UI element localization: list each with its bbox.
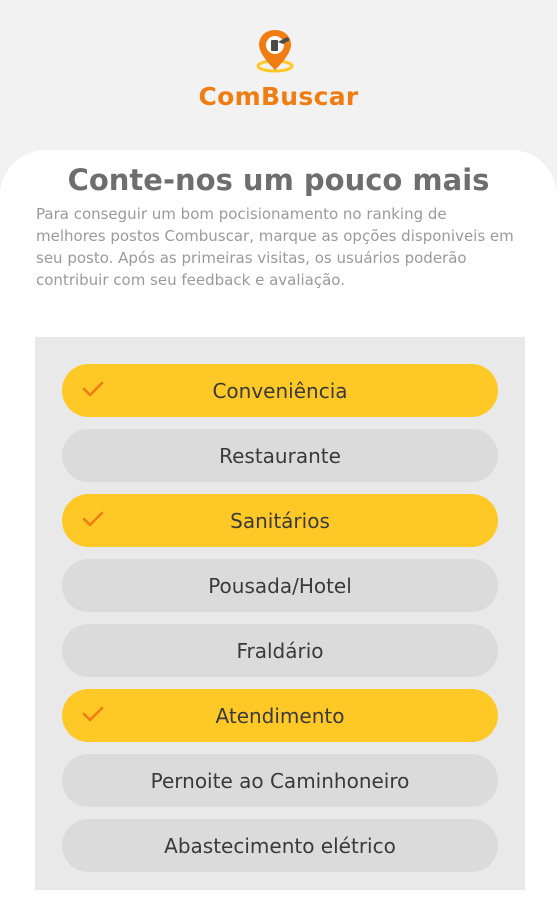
option-pousada-hotel[interactable]: Pousada/Hotel [62, 559, 498, 612]
option-sanitarios[interactable]: Sanitários [62, 494, 498, 547]
option-abastecimento-eletrico[interactable]: Abastecimento elétrico [62, 819, 498, 872]
option-label: Restaurante [219, 443, 341, 468]
check-icon [82, 511, 104, 527]
option-label: Sanitários [230, 508, 330, 533]
option-label: Atendimento [215, 703, 345, 728]
option-label: Fraldário [236, 638, 324, 663]
page-description: Para conseguir um bom pocisionamento no … [36, 205, 514, 289]
options-panel [35, 337, 525, 890]
option-label: Conveniência [212, 378, 348, 403]
fuel-pin-icon [256, 30, 294, 73]
header: ComBuscar [0, 0, 557, 150]
brand-name: ComBuscar [198, 82, 359, 111]
option-label: Abastecimento elétrico [164, 833, 396, 858]
check-icon [82, 381, 104, 397]
option-pernoite-caminhoneiro[interactable]: Pernoite ao Caminhoneiro [62, 754, 498, 807]
option-conveniencia[interactable]: Conveniência [62, 364, 498, 417]
option-label: Pernoite ao Caminhoneiro [150, 768, 410, 793]
option-label: Pousada/Hotel [208, 573, 352, 598]
check-icon [82, 706, 104, 722]
page-title: Conte-nos um pouco mais [67, 163, 490, 197]
option-fraldario[interactable]: Fraldário [62, 624, 498, 677]
option-atendimento[interactable]: Atendimento [62, 689, 498, 742]
option-restaurante[interactable]: Restaurante [62, 429, 498, 482]
